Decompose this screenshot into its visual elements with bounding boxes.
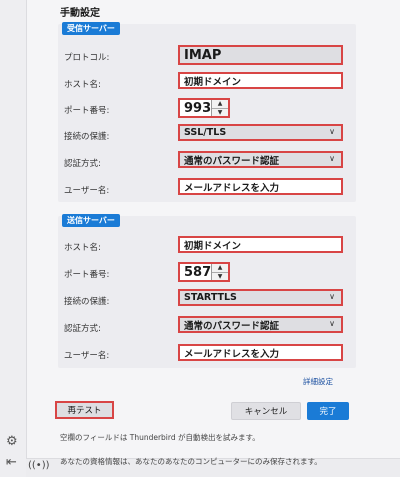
incoming-security-label: 接続の保護: (64, 132, 110, 142)
outgoing-server-section: 送信サーバー ホスト名: 初期ドメイン ポート番号: 587 ▲ ▼ 接続の保護… (58, 214, 356, 368)
outgoing-port-spinner[interactable]: ▲ ▼ (211, 264, 228, 280)
done-button[interactable]: 完了 (307, 402, 349, 420)
page-title: 手動設定 (60, 8, 100, 19)
spin-down-icon[interactable]: ▼ (212, 109, 228, 117)
spin-up-icon[interactable]: ▲ (212, 264, 228, 273)
spin-down-icon[interactable]: ▼ (212, 273, 228, 281)
left-toolbar: ⚙ ⇤ (0, 0, 27, 477)
chevron-down-icon: ∨ (329, 292, 335, 301)
incoming-section-label: 受信サーバー (62, 22, 120, 35)
outgoing-username-value: メールアドレスを入力 (184, 348, 280, 360)
incoming-auth-value: 通常のパスワード認証 (184, 155, 280, 167)
incoming-port-value: 993 (184, 100, 212, 116)
outgoing-port-input[interactable]: 587 ▲ ▼ (178, 262, 230, 282)
outgoing-auth-label: 認証方式: (64, 324, 101, 334)
online-status-icon[interactable]: ((•)) (28, 460, 50, 471)
outgoing-port-value: 587 (184, 264, 212, 280)
chevron-down-icon: ∨ (329, 319, 335, 328)
incoming-port-spinner[interactable]: ▲ ▼ (211, 100, 228, 116)
outgoing-security-value: STARTTLS (184, 292, 237, 303)
cancel-button[interactable]: キャンセル (231, 402, 301, 420)
outgoing-auth-select[interactable]: 通常のパスワード認証 ∨ (178, 316, 343, 333)
protocol-select[interactable]: IMAP (178, 45, 343, 65)
incoming-hostname-label: ホスト名: (64, 80, 101, 90)
incoming-auth-select[interactable]: 通常のパスワード認証 ∨ (178, 151, 343, 168)
incoming-hostname-input[interactable]: 初期ドメイン (178, 72, 343, 89)
advanced-settings-link[interactable]: 詳細設定 (303, 376, 333, 387)
collapse-sidebar-icon[interactable]: ⇤ (6, 455, 17, 470)
incoming-username-label: ユーザー名: (64, 186, 110, 196)
protocol-label: プロトコル: (64, 53, 110, 63)
outgoing-username-input[interactable]: メールアドレスを入力 (178, 344, 343, 361)
chevron-down-icon: ∨ (329, 154, 335, 163)
incoming-security-select[interactable]: SSL/TLS ∨ (178, 124, 343, 141)
incoming-security-value: SSL/TLS (184, 127, 227, 138)
credentials-note: あなたの資格情報は、あなたのあなたのコンピューターにのみ保存されます。 (60, 457, 322, 466)
incoming-server-section: 受信サーバー プロトコル: IMAP ホスト名: 初期ドメイン ポート番号: 9… (58, 22, 356, 202)
outgoing-port-label: ポート番号: (64, 270, 110, 280)
incoming-port-label: ポート番号: (64, 106, 110, 116)
incoming-port-input[interactable]: 993 ▲ ▼ (178, 98, 230, 118)
gear-icon[interactable]: ⚙ (6, 434, 18, 449)
incoming-hostname-value: 初期ドメイン (184, 76, 242, 88)
incoming-username-value: メールアドレスを入力 (184, 182, 280, 194)
outgoing-hostname-label: ホスト名: (64, 243, 101, 253)
outgoing-hostname-input[interactable]: 初期ドメイン (178, 236, 343, 253)
outgoing-security-label: 接続の保護: (64, 297, 110, 307)
incoming-username-input[interactable]: メールアドレスを入力 (178, 178, 343, 195)
incoming-auth-label: 認証方式: (64, 159, 101, 169)
retest-button[interactable]: 再テスト (55, 401, 114, 419)
outgoing-section-label: 送信サーバー (62, 214, 120, 227)
outgoing-hostname-value: 初期ドメイン (184, 240, 242, 252)
outgoing-username-label: ユーザー名: (64, 351, 110, 361)
outgoing-security-select[interactable]: STARTTLS ∨ (178, 289, 343, 306)
autodetect-note: 空欄のフィールドは Thunderbird が自動検出を試みます。 (60, 433, 260, 442)
spin-up-icon[interactable]: ▲ (212, 100, 228, 109)
chevron-down-icon: ∨ (329, 127, 335, 136)
protocol-value: IMAP (184, 47, 222, 63)
outgoing-auth-value: 通常のパスワード認証 (184, 320, 280, 332)
